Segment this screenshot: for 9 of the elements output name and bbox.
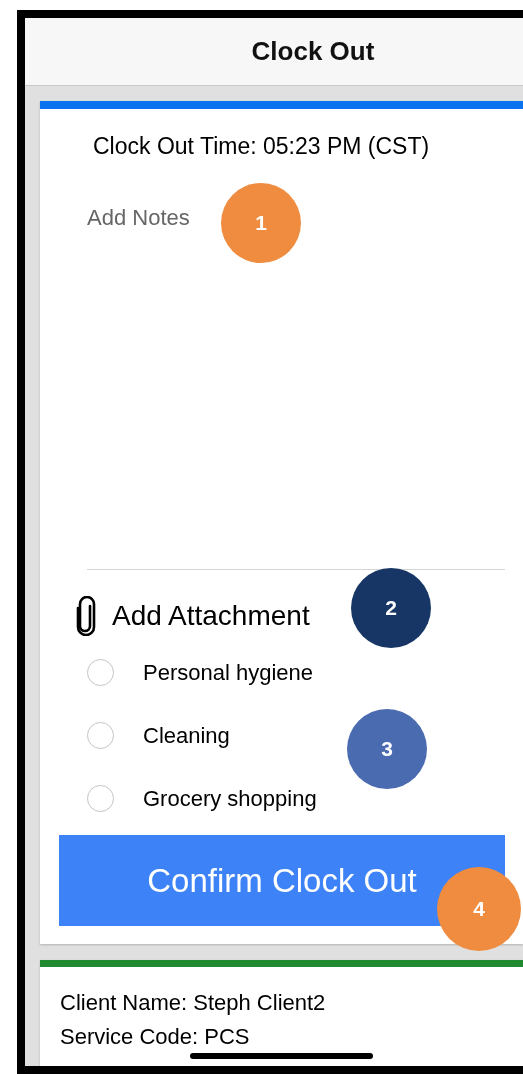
client-info-text: Client Name: Steph Client2: [60, 989, 327, 1017]
screen-title: Clock Out: [251, 36, 375, 67]
clock-out-time: Clock Out Time: 05:23 PM (CST): [93, 132, 431, 161]
task-label: Personal hygiene: [143, 659, 313, 686]
add-attachment-link[interactable]: Add Attachment: [112, 600, 310, 632]
client-info-text: Service Code: PCS: [60, 1023, 251, 1051]
task-label: Grocery shopping: [143, 785, 317, 812]
task-label: Cleaning: [143, 722, 230, 749]
paperclip-icon[interactable]: [74, 596, 98, 636]
